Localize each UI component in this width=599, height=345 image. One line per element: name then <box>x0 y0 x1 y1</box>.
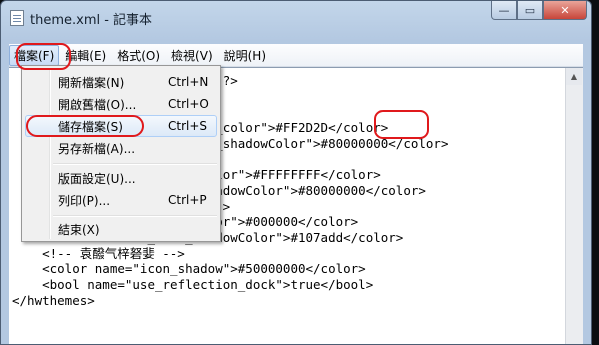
menu-save-shortcut: Ctrl+S <box>168 119 208 133</box>
menu-exit[interactable]: 結束(X) <box>25 218 217 240</box>
menu-save-as-label: 另存新檔(A)... <box>58 141 136 156</box>
menu-open[interactable]: 開啟舊檔(O)... Ctrl+O <box>25 93 217 115</box>
maximize-button[interactable]: ▭ <box>517 1 543 20</box>
menu-new[interactable]: 開新檔案(N) Ctrl+N <box>25 71 217 93</box>
window-title: theme.xml - 記事本 <box>30 13 153 28</box>
menu-bar: 檔案(F) 編輯(E) 格式(O) 檢視(V) 說明(H) <box>9 44 583 67</box>
menu-open-shortcut: Ctrl+O <box>168 97 209 111</box>
menu-new-label: 開新檔案(N) <box>58 75 125 90</box>
menu-exit-label: 結束(X) <box>58 222 100 237</box>
file-menu-dropdown: 開新檔案(N) Ctrl+N 開啟舊檔(O)... Ctrl+O 儲存檔案(S)… <box>21 65 221 242</box>
code-line: </hwthemes> <box>12 292 95 308</box>
menu-separator <box>53 215 217 217</box>
maximize-icon: ▭ <box>524 3 536 17</box>
menu-save[interactable]: 儲存檔案(S) Ctrl+S <box>25 115 217 137</box>
menu-print-shortcut: Ctrl+P <box>168 193 207 207</box>
code-line: <color name="icon_shadow">#50000000</col… <box>12 261 366 277</box>
minimize-button[interactable]: — <box>491 1 517 20</box>
notepad-icon[interactable] <box>10 10 24 26</box>
menu-open-label: 開啟舊檔(O)... <box>58 97 137 112</box>
menu-view[interactable]: 檢視(V) <box>166 45 218 66</box>
close-icon: ✕ <box>560 3 570 17</box>
menu-print[interactable]: 列印(P)... Ctrl+P <box>25 189 217 211</box>
scroll-up-icon[interactable]: ▲ <box>566 68 582 85</box>
menu-file[interactable]: 檔案(F) <box>9 44 60 66</box>
menu-new-shortcut: Ctrl+N <box>168 75 209 89</box>
menu-edit[interactable]: 編輯(E) <box>60 45 111 66</box>
caption-buttons: — ▭ ✕ <box>491 1 587 21</box>
vertical-scrollbar[interactable]: ▲ <box>565 68 583 344</box>
code-line: <bool name="use_reflection_dock">true</b… <box>12 276 374 292</box>
menu-page-setup[interactable]: 版面設定(U)... <box>25 167 217 189</box>
title-bar[interactable]: theme.xml - 記事本 — ▭ ✕ <box>1 1 591 41</box>
menu-print-label: 列印(P)... <box>58 193 111 208</box>
minimize-icon: — <box>498 3 510 17</box>
menu-save-as[interactable]: 另存新檔(A)... <box>25 137 217 159</box>
code-line: <!-- 袁醱气梓砮婓 --> <box>12 245 185 261</box>
menu-separator <box>53 163 217 165</box>
close-button[interactable]: ✕ <box>543 1 587 20</box>
menu-save-label: 儲存檔案(S) <box>58 119 123 134</box>
menu-help[interactable]: 說明(H) <box>219 45 271 66</box>
menu-format[interactable]: 格式(O) <box>112 45 165 66</box>
menu-page-setup-label: 版面設定(U)... <box>58 171 136 186</box>
